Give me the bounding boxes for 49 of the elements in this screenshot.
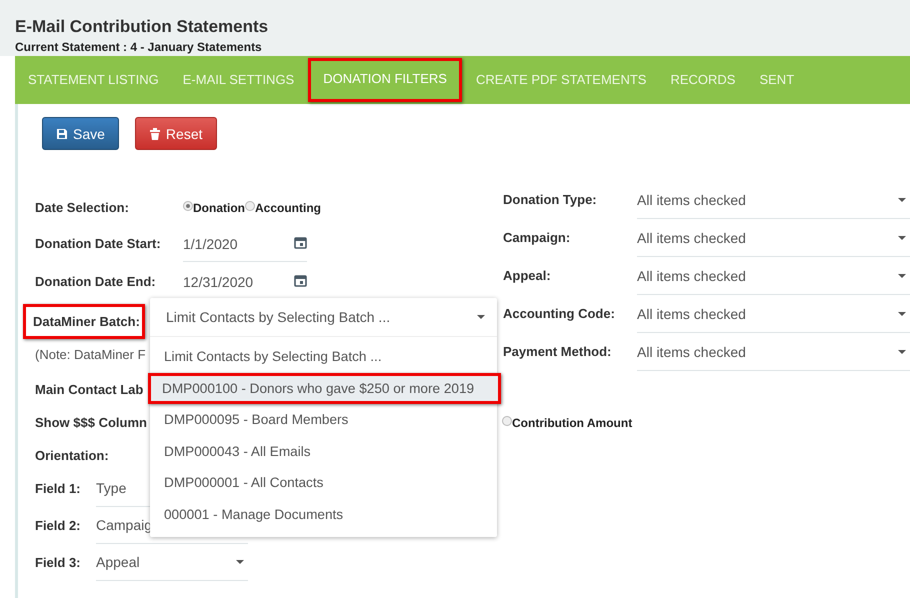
field-label: Field 2:: [35, 518, 81, 532]
field-label: Show $$$ Column: [35, 415, 147, 430]
reset-button[interactable]: Reset: [134, 117, 216, 150]
select-field[interactable]: All items checked: [637, 220, 910, 256]
field-label: Donation Date End:: [35, 274, 156, 289]
calendar-icon: [294, 236, 307, 248]
select-field[interactable]: All items checked: [637, 334, 910, 370]
select-field[interactable]: All items checked: [637, 182, 910, 218]
dropdown-option[interactable]: DMP000100 - Donors who gave $250 or more 2019: [148, 372, 501, 404]
radio-label: Contribution Amount: [512, 416, 632, 430]
field-label: DataMiner Batch:: [23, 304, 145, 338]
field-label: Orientation:: [35, 448, 109, 462]
field-label: Donation Date Start:: [35, 236, 161, 251]
trash-icon: [148, 128, 161, 140]
field-label: Field 1:: [35, 480, 81, 496]
field-label: Field 3:: [35, 554, 81, 570]
radio-button[interactable]: [502, 416, 512, 426]
field-label: Donation Type:: [503, 192, 597, 207]
radio-label: Donation: [193, 201, 245, 215]
field-label: Accounting Code:: [503, 306, 615, 321]
caret-icon: [898, 274, 906, 278]
current-statement: Current Statement : 4 - January Statements: [15, 39, 263, 55]
select-field[interactable]: All items checked: [637, 296, 910, 332]
caret-icon: [477, 315, 485, 319]
caret-icon: [898, 236, 906, 240]
radio-label: Accounting: [255, 201, 321, 215]
radio-button[interactable]: [245, 201, 255, 211]
caret-icon: [898, 350, 906, 354]
dropdown-option[interactable]: Limit Contacts by Selecting Batch ...: [150, 341, 497, 373]
dropdown-option[interactable]: DMP000095 - Board Members: [150, 404, 497, 436]
dropdown-option[interactable]: 000001 - Manage Documents: [150, 498, 497, 531]
field-label: Date Selection:: [35, 200, 129, 215]
calendar-icon: [294, 274, 307, 286]
field-label: Payment Method:: [503, 344, 612, 359]
field-label: Campaign:: [503, 230, 570, 245]
dropdown-option[interactable]: DMP000001 - All Contacts: [150, 467, 497, 499]
field-label: Main Contact Lab: [35, 382, 144, 396]
select-value: Limit Contacts by Selecting Batch ...: [166, 309, 390, 325]
field-label: Appeal:: [503, 268, 551, 283]
caret-icon: [236, 560, 244, 564]
page-title: E-Mail Contribution Statements: [15, 17, 270, 37]
select-field[interactable]: All items checked: [637, 258, 910, 294]
caret-icon: [898, 312, 906, 316]
radio-button[interactable]: [183, 201, 193, 211]
select-field[interactable]: Appeal: [96, 544, 248, 581]
note-text: (Note: DataMiner F: [35, 346, 146, 362]
save-button[interactable]: Save: [42, 117, 119, 150]
caret-icon: [898, 198, 906, 202]
dropdown-option[interactable]: DMP000043 - All Emails: [150, 436, 497, 468]
